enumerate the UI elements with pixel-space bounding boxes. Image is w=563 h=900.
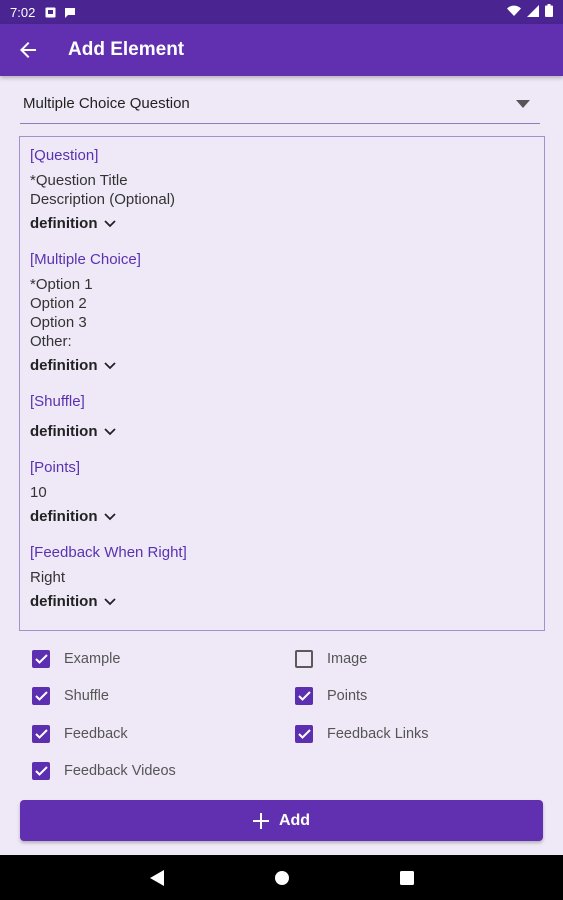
definition-toggle-label: definition [30,357,98,374]
definition-section: [Shuffle] definition [30,393,534,441]
checkbox-option[interactable]: Example [32,650,120,668]
back-button[interactable] [6,28,50,72]
definition-toggle-label: definition [30,215,98,232]
nav-recents-button[interactable] [392,863,422,893]
section-line: Description (Optional) [30,191,176,208]
checkbox-checked-icon[interactable] [32,762,50,780]
definition-toggle[interactable]: definition [30,508,534,526]
definition-toggle-label: definition [30,508,98,525]
section-line: *Option 1 [30,276,93,293]
section-line: Other: [30,333,72,350]
section-line: Option 3 [30,314,87,331]
checkbox-label: Image [327,651,368,667]
checkbox-checked-icon[interactable] [32,725,50,743]
options-checkboxes: Example Image Shuffle Points Feedback Feedbac… [32,645,542,795]
chevron-down-icon [103,220,116,228]
chevron-down-icon [103,428,116,436]
checkbox-option[interactable]: Feedback [32,725,128,743]
definition-section: [Feedback When Right] Right definition [30,544,534,611]
section-header: [Question] [30,147,99,164]
dropdown-arrow-icon [516,95,530,113]
definition-toggle-label: definition [30,423,98,440]
section-header: [Feedback When Right] [30,544,187,561]
square-recents-icon [399,870,414,885]
checkbox-label: Shuffle [64,688,109,704]
arrow-left-icon [20,42,36,58]
checkbox-checked-icon[interactable] [32,650,50,668]
checkbox-checked-icon[interactable] [295,687,313,705]
page-title: Add Element [68,39,185,60]
chevron-down-icon [103,362,116,370]
battery-icon [545,4,553,20]
definition-section: [Points] 10 definition [30,459,534,526]
section-line: *Question Title [30,172,128,189]
section-header: [Multiple Choice] [30,251,141,268]
checkbox-label: Points [327,688,368,704]
nav-back-button[interactable] [142,863,172,893]
checkbox-option[interactable]: Shuffle [32,687,109,705]
checkbox-checked-icon[interactable] [32,687,50,705]
definition-section: [Question] *Question Title Description (Op… [30,147,534,233]
signal-icon [527,4,539,20]
system-nav-bar [0,855,563,900]
checkbox-option[interactable]: Feedback Links [295,725,429,743]
status-time: 7:02 [10,4,36,20]
checkbox-label: Feedback Links [327,726,429,742]
checkbox-option[interactable]: Points [295,687,367,705]
definition-toggle-label: definition [30,593,98,610]
circle-home-icon [274,870,289,885]
section-header: [Shuffle] [30,393,85,410]
notification-icon [45,7,56,18]
nav-home-button[interactable] [267,863,297,893]
definition-box[interactable]: [Question] *Question Title Description (Op… [19,136,545,631]
message-icon [64,7,76,18]
definition-section: [Feedback Links] [30,629,534,630]
definition-toggle[interactable]: definition [30,593,534,611]
checkbox-option[interactable]: Feedback Videos [32,762,176,780]
app-bar: Add Element [0,24,563,76]
status-bar: 7:02 [0,0,563,24]
wifi-icon [507,5,521,20]
triangle-back-icon [149,869,164,886]
section-header: [Feedback Links] [30,629,534,630]
plus-icon [252,812,269,829]
checkbox-option[interactable]: Image [295,650,367,668]
chevron-down-icon [103,513,116,521]
definition-toggle[interactable]: definition [30,423,534,441]
dropdown-selected-value: Multiple Choice Question [23,95,190,112]
checkbox-label: Example [64,651,121,667]
section-line: Option 2 [30,295,87,312]
definition-section: [Multiple Choice] *Option 1 Option 2 Option… [30,251,534,375]
checkbox-label: Feedback Videos [64,763,176,779]
checkbox-unchecked-icon[interactable] [295,650,313,668]
checkbox-checked-icon[interactable] [295,725,313,743]
section-line: 10 [30,484,47,501]
add-button[interactable]: Add [20,800,543,841]
definition-toggle[interactable]: definition [30,357,534,375]
add-button-label: Add [278,811,311,829]
section-line: Right [30,569,66,586]
definition-toggle[interactable]: definition [30,215,534,233]
chevron-down-icon [103,598,116,606]
element-type-dropdown[interactable]: Multiple Choice Question [20,84,540,124]
section-header: [Points] [30,459,81,476]
checkbox-label: Feedback [64,726,128,742]
